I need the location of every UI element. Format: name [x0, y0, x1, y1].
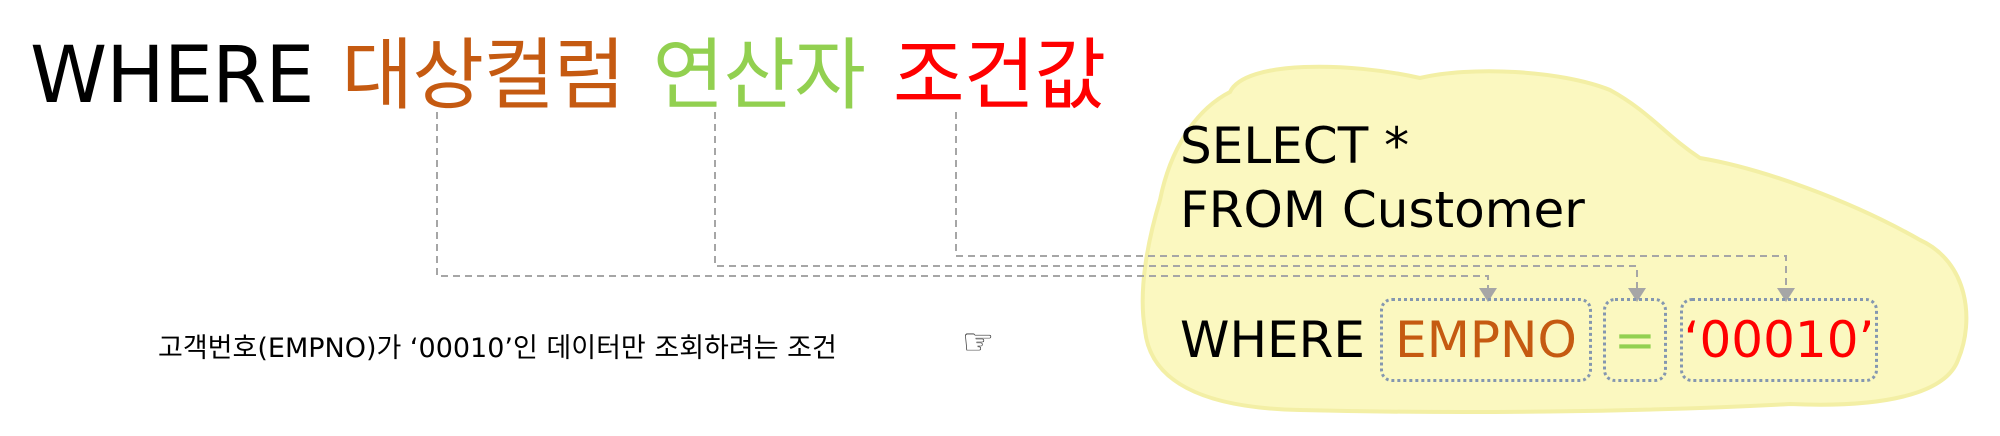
- sql-operator-box: =: [1603, 298, 1667, 382]
- title-target-column: 대상컬럼: [341, 31, 626, 121]
- condition-caption: 고객번호(EMPNO)가 ‘00010’인 데이터만 조회하려는 조건: [158, 333, 837, 364]
- sql-value-text: ‘00010’: [1683, 311, 1875, 369]
- sql-from-line: FROM Customer: [1180, 181, 1585, 239]
- sql-value-box: ‘00010’: [1680, 298, 1878, 382]
- sql-column-text: EMPNO: [1395, 311, 1577, 369]
- title-operator: 연산자: [652, 31, 866, 121]
- sql-select-line: SELECT *: [1180, 117, 1410, 175]
- sql-column-box: EMPNO: [1380, 298, 1592, 382]
- title-condition-value: 조건값: [892, 31, 1106, 121]
- pointing-hand-icon: ☞: [962, 322, 995, 363]
- where-syntax-title: WHERE 대상컬럼 연산자 조건값: [30, 28, 1133, 124]
- sql-where-keyword: WHERE: [1180, 311, 1365, 369]
- title-where-keyword: WHERE: [30, 31, 315, 121]
- sql-operator-text: =: [1614, 311, 1656, 369]
